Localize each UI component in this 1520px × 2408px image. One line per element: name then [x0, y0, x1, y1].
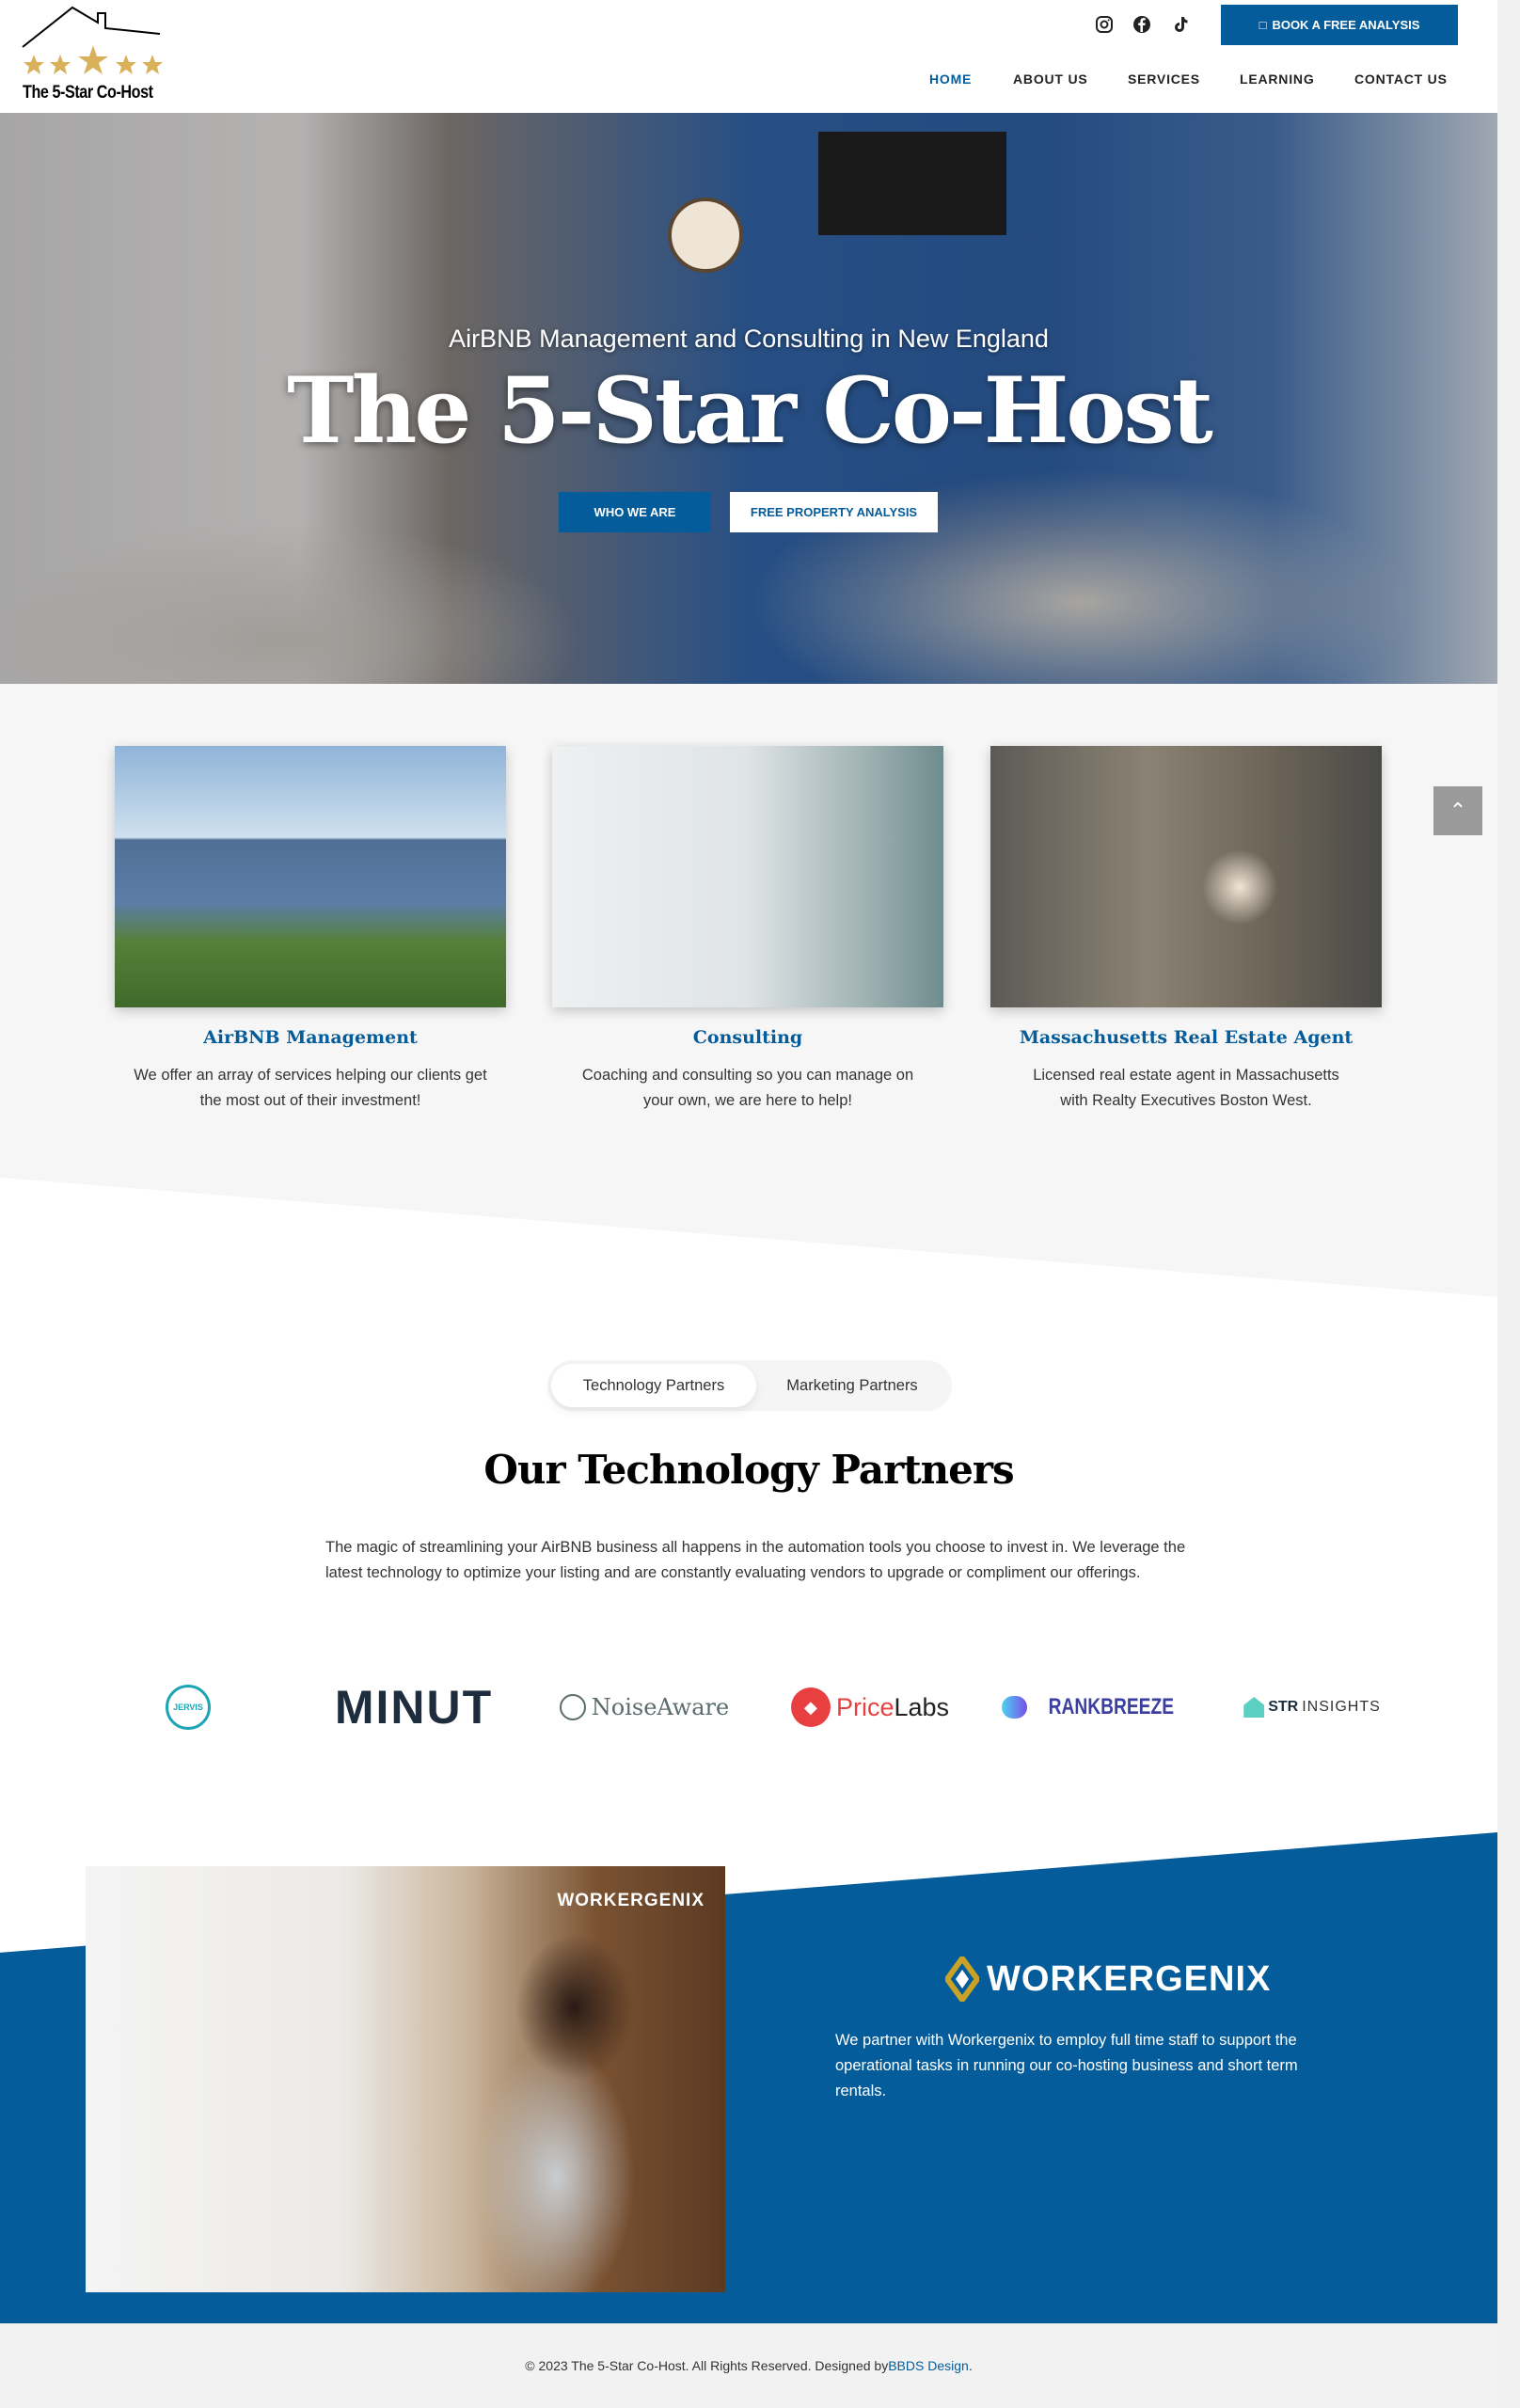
book-free-analysis-button[interactable]: □ BOOK A FREE ANALYSIS [1221, 5, 1458, 45]
pricelabs-icon: ◆ [790, 1687, 831, 1727]
service-title[interactable]: Massachusetts Real Estate Agent [990, 1027, 1382, 1048]
tiktok-icon[interactable] [1169, 13, 1192, 36]
workergenix-photo: WORKERGENIX [86, 1866, 725, 2292]
workergenix-description: We partner with Workergenix to employ fu… [835, 2032, 1298, 2099]
nav-learning[interactable]: LEARNING [1240, 71, 1315, 87]
rankbreeze-icon [1002, 1696, 1028, 1719]
chevron-up-icon: ⌃ [1449, 799, 1467, 822]
designer-link[interactable]: BBDS Design [888, 2358, 969, 2373]
scroll-to-top-button[interactable]: ⌃ [1433, 786, 1482, 835]
wall-clock-image [668, 198, 743, 273]
strinsights-logo: STR INSIGHTS [1232, 1674, 1392, 1740]
partners-heading: Our Technology Partners [483, 1447, 1014, 1493]
consulting-image [552, 746, 943, 1007]
hero-title: The 5-Star Co-Host [287, 357, 1213, 464]
instagram-icon[interactable] [1093, 13, 1116, 36]
minut-logo: MINUT [334, 1681, 494, 1734]
who-we-are-button[interactable]: WHO WE ARE [559, 492, 711, 532]
site-footer: © 2023 The 5-Star Co-Host. All Rights Re… [0, 2323, 1497, 2408]
noiseaware-icon [559, 1694, 586, 1720]
nav-about-us[interactable]: ABOUT US [1013, 71, 1088, 87]
calendar-icon: □ [1259, 18, 1267, 32]
page-scrollbar[interactable] [1497, 0, 1520, 2408]
jervis-logo: JERVIS [141, 1674, 235, 1740]
real-estate-agent-image [990, 746, 1382, 1007]
photo-workergenix-logo: WORKERGENIX [557, 1891, 705, 1910]
nav-contact-us[interactable]: CONTACT US [1354, 71, 1448, 87]
nav-services[interactable]: SERVICES [1128, 71, 1200, 87]
partner-tabs: Technology Partners Marketing Partners [547, 1360, 952, 1411]
site-logo[interactable]: The 5-Star Co-Host [21, 6, 167, 107]
workergenix-logo[interactable]: WORKERGENIX [945, 1956, 1271, 2002]
hero-subtitle: AirBNB Management and Consulting in New … [449, 325, 1049, 353]
pricelabs-logo: ◆ Price Labs [776, 1674, 964, 1740]
logo-text: The 5-Star Co-Host [23, 83, 153, 103]
workergenix-diamond-icon [945, 1956, 979, 2002]
tab-marketing-partners[interactable]: Marketing Partners [756, 1364, 948, 1407]
service-description: We offer an array of services helping ou… [134, 1067, 487, 1109]
tv-image [818, 132, 1006, 235]
strinsights-icon [1243, 1697, 1265, 1718]
noiseaware-logo: NoiseAware [550, 1674, 738, 1740]
site-header: The 5-Star Co-Host □ BOOK A FREE ANALYSI… [0, 0, 1497, 113]
facebook-icon[interactable] [1131, 13, 1153, 36]
rankbreeze-logo: RANKBREEZE [1002, 1674, 1190, 1740]
airbnb-management-image [115, 746, 506, 1007]
service-description: Licensed real estate agent in Massachuse… [1033, 1067, 1339, 1109]
free-property-analysis-button[interactable]: FREE PROPERTY ANALYSIS [730, 492, 938, 532]
service-description: Coaching and consulting so you can manag… [581, 1067, 914, 1109]
service-title[interactable]: AirBNB Management [115, 1027, 506, 1048]
house-stars-icon [22, 6, 163, 74]
tab-technology-partners[interactable]: Technology Partners [551, 1364, 756, 1407]
nav-home[interactable]: HOME [929, 71, 972, 87]
partners-description: The magic of streamlining your AirBNB bu… [325, 1539, 1186, 1581]
service-title[interactable]: Consulting [552, 1027, 943, 1048]
